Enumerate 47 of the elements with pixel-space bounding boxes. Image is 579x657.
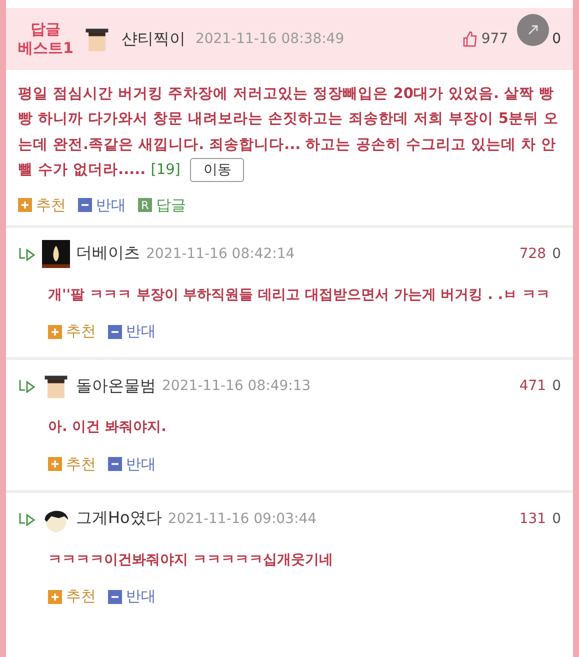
- minus-icon: [108, 324, 122, 339]
- recommend-button[interactable]: 추천: [48, 587, 96, 606]
- comment-date: 2021-11-16 08:42:14: [146, 246, 295, 262]
- plus-icon: [18, 198, 32, 212]
- comment-date: 2021-11-16 08:38:49: [195, 31, 344, 47]
- comment-text: 평일 점심시간 버거킹 주차장에 저러고있는 정장빼입은 20대가 있었음. 살짝 빵빵 하니까 다가와서 창문 내려보라는 손짓하고는 죄송한데 저희 부장이 5분뒤 오는데 완전.족같은 새낍니다. 죄송합니다... 하고는 공손히 수그리고 있는데 차 안뺄 수가 없더라..... [19] 이동: [6, 70, 573, 190]
- comment-text: 아. 이건 봐줘야지.: [47, 418, 168, 438]
- like-count: 471: [519, 378, 546, 394]
- oppose-button[interactable]: 반대: [78, 196, 126, 214]
- candle-avatar: [42, 240, 70, 268]
- dislike-count: 0: [552, 31, 561, 47]
- thumbs-up-icon: [462, 31, 478, 47]
- reply-arrow-icon: [18, 512, 36, 526]
- plus-icon: [48, 324, 62, 339]
- reply-arrow-icon: [18, 379, 36, 394]
- minus-icon: [78, 198, 92, 212]
- reply-icon: R: [138, 198, 152, 212]
- reply-button[interactable]: R 답글: [138, 196, 186, 214]
- like-count: 131: [519, 510, 546, 527]
- best-label: 답글 베스트1: [18, 20, 74, 58]
- comment-date: 2021-11-16 08:49:13: [162, 378, 311, 394]
- author-name: 더베이츠: [76, 243, 140, 264]
- like-count: 728: [519, 246, 546, 262]
- expand-icon: [526, 23, 540, 37]
- comment-text: 개''팔 ㅋㅋㅋ 부장이 부하직원들 데리고 대접받으면서 가는게 버거킹 . .ㅂ ㅋㅋ: [47, 286, 551, 304]
- recommend-button[interactable]: 추천: [18, 196, 66, 214]
- recommend-button[interactable]: 추천: [48, 454, 96, 474]
- plus-icon: [48, 457, 62, 472]
- oppose-button[interactable]: 반대: [108, 322, 156, 342]
- minus-icon: [108, 590, 122, 604]
- minus-icon: [108, 457, 122, 472]
- plus-icon: [48, 590, 62, 604]
- reply-arrow-icon: [18, 246, 36, 260]
- comment-date: 2021-11-16 09:03:44: [168, 510, 317, 527]
- like-count: 977: [481, 31, 508, 47]
- dislike-count: 0: [552, 510, 561, 527]
- dislike-count: 0: [552, 378, 561, 394]
- oppose-button[interactable]: 반대: [108, 454, 156, 474]
- expand-button[interactable]: [517, 14, 549, 46]
- dislike-count: 0: [552, 246, 561, 262]
- move-button[interactable]: 이동: [190, 158, 244, 182]
- comment-text: ㅋㅋㅋㅋ이건봐줘야지 ㅋㅋㅋㅋㅋ십개웃기네: [47, 550, 334, 570]
- author-name: 샨티찍이: [121, 28, 186, 50]
- oppose-button[interactable]: 반대: [108, 587, 156, 606]
- author-name: 그게Ho였다: [76, 508, 162, 530]
- recommend-button[interactable]: 추천: [48, 322, 96, 342]
- author-name: 돌아온물범: [76, 376, 156, 397]
